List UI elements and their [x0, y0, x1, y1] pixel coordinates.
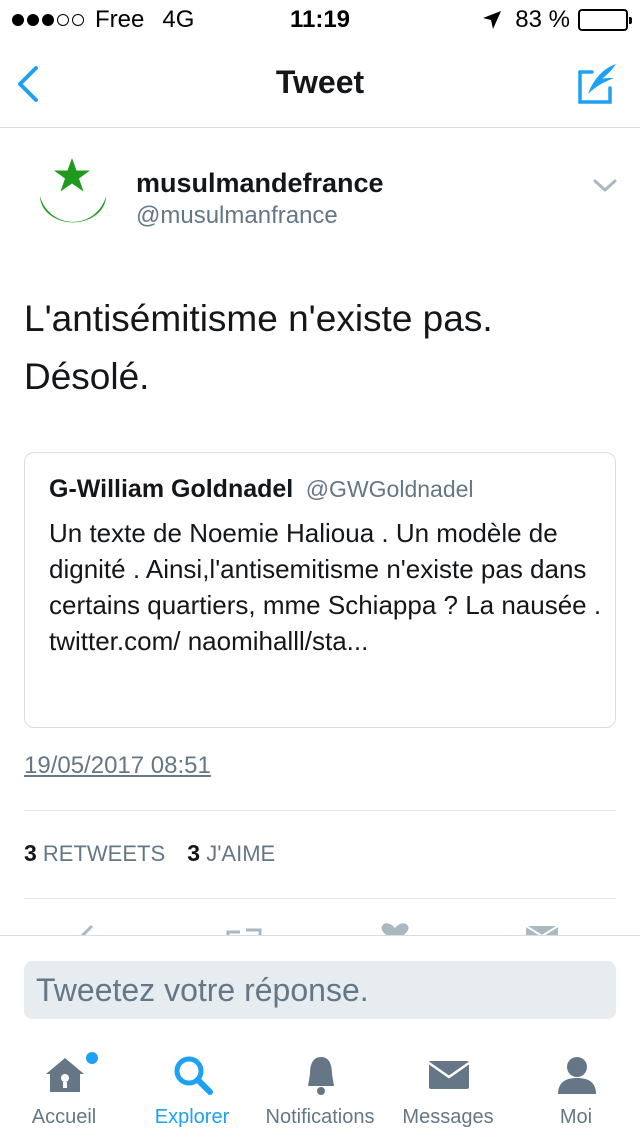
home-icon [46, 1058, 84, 1092]
reply-bar [0, 935, 640, 1035]
bell-icon [308, 1057, 334, 1095]
reply-icon[interactable] [78, 922, 106, 936]
retweets-count: 3 [24, 840, 37, 866]
tweet-text: L'antisémitisme n'existe pas. Désolé. [24, 290, 614, 406]
direct-message-icon[interactable] [524, 922, 560, 936]
envelope-icon [428, 1061, 470, 1089]
likes-label[interactable]: J'AIME [206, 841, 275, 866]
star-icon [54, 158, 90, 192]
author-name[interactable]: musulmandefrance [136, 168, 384, 199]
tweet-stats: 3 RETWEETS 3 J'AIME [24, 840, 275, 867]
tab-accueil[interactable]: Accueil [0, 1040, 128, 1136]
tweet-text-line: Désolé. [24, 356, 150, 397]
battery-icon [578, 9, 632, 31]
tab-label: Moi [559, 1106, 593, 1128]
tab-notifications[interactable]: Notifications [256, 1040, 384, 1136]
tab-label: Explorer [154, 1106, 230, 1128]
page-title: Tweet [275, 64, 365, 100]
tab-label: Messages [402, 1106, 494, 1128]
quoted-tweet-text: Un texte de Noemie Halioua . Un modèle d… [49, 518, 602, 656]
compose-quill-icon[interactable] [574, 60, 620, 108]
retweet-icon[interactable] [222, 922, 264, 936]
person-icon [558, 1057, 596, 1094]
tab-bar: Accueil Explorer Notifications Messages … [0, 1040, 640, 1136]
reply-input[interactable] [24, 961, 616, 1019]
tweet-text-line: L'antisémitisme n'existe pas. [24, 298, 493, 339]
author-handle[interactable]: @musulmanfrance [136, 202, 338, 230]
quoted-author-handle: @GWGoldnadel [305, 476, 474, 502]
quoted-tweet-header: G-William Goldnadel @GWGoldnadel [49, 475, 474, 504]
quoted-tweet-card[interactable]: G-William Goldnadel @GWGoldnadel Un text… [24, 452, 616, 728]
battery-percent: 83 % [515, 6, 570, 33]
chevron-down-icon[interactable] [592, 176, 618, 196]
notification-dot [86, 1052, 98, 1064]
location-arrow-icon [483, 11, 502, 29]
navigation-bar: Tweet [0, 40, 640, 128]
likes-count: 3 [187, 840, 201, 866]
tweet-actions [0, 900, 640, 936]
avatar[interactable] [24, 152, 120, 248]
search-icon [174, 1056, 213, 1095]
status-bar: Free 4G 11:19 83 % [0, 0, 640, 40]
heart-icon[interactable] [378, 922, 412, 936]
divider [24, 898, 616, 899]
status-right: 83 % [481, 6, 632, 34]
retweets-label[interactable]: RETWEETS [43, 841, 165, 866]
tab-moi[interactable]: Moi [512, 1040, 640, 1136]
tab-label: Notifications [265, 1106, 375, 1128]
divider [24, 810, 616, 811]
tweet-timestamp[interactable]: 19/05/2017 08:51 [24, 752, 211, 780]
tab-messages[interactable]: Messages [384, 1040, 512, 1136]
quoted-author-name: G-William Goldnadel [49, 475, 294, 503]
tab-explorer[interactable]: Explorer [128, 1040, 256, 1136]
